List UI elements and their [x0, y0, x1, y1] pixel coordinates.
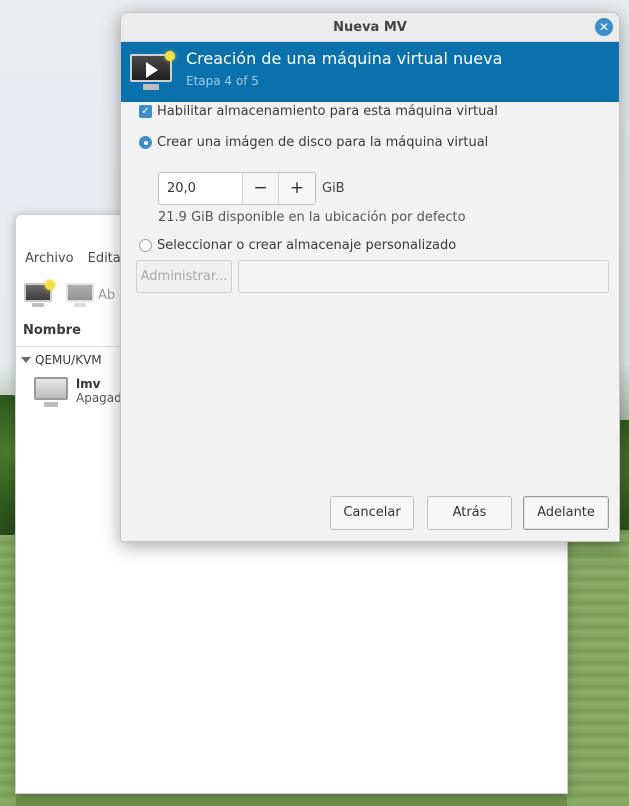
- vm-monitor-icon: [34, 377, 68, 407]
- back-button[interactable]: Atrás: [427, 496, 512, 530]
- main-toolbar: Ab: [24, 279, 115, 311]
- banner-step: Etapa 4 of 5: [186, 74, 259, 88]
- menu-archivo[interactable]: Archivo: [25, 251, 74, 266]
- expander-icon[interactable]: [21, 357, 31, 363]
- new-vm-icon[interactable]: [24, 280, 55, 307]
- connection-group[interactable]: QEMU/KVM: [21, 349, 102, 371]
- storage-path-field[interactable]: [238, 260, 609, 293]
- radio-unselected-icon[interactable]: [139, 239, 152, 252]
- new-vm-icon: [130, 51, 175, 90]
- increase-button[interactable]: +: [279, 173, 315, 204]
- dialog-titlebar: Nueva MV ✕: [121, 13, 619, 42]
- open-vm-icon[interactable]: [66, 283, 94, 307]
- custom-storage-label: Seleccionar o crear almacenaje personali…: [157, 238, 457, 253]
- create-disk-label: Crear una imágen de disco para la máquin…: [157, 135, 489, 150]
- create-disk-radio[interactable]: Crear una imágen de disco para la máquin…: [139, 135, 488, 150]
- decrease-button[interactable]: −: [243, 173, 279, 204]
- disk-size-input[interactable]: 20,0: [159, 173, 243, 204]
- vm-list-item[interactable]: lmv Apagado: [34, 377, 129, 407]
- banner-title: Creación de una máquina virtual nueva: [186, 49, 503, 68]
- new-vm-dialog: Nueva MV ✕ Creación de una máquina virtu…: [120, 12, 620, 542]
- open-button-label[interactable]: Ab: [98, 288, 115, 303]
- connection-label: QEMU/KVM: [35, 353, 102, 367]
- enable-storage-label: Habilitar almacenamiento para esta máqui…: [157, 104, 498, 119]
- background-field: [0, 500, 16, 806]
- background-field: [567, 530, 629, 806]
- manage-button[interactable]: Administrar...: [136, 260, 232, 293]
- custom-storage-radio[interactable]: Seleccionar o crear almacenaje personali…: [139, 238, 456, 253]
- checkbox-checked-icon[interactable]: ✓: [139, 105, 152, 118]
- next-button[interactable]: Adelante: [523, 496, 609, 530]
- available-space-text: 21.9 GiB disponible en la ubicación por …: [158, 210, 466, 225]
- radio-selected-icon[interactable]: [139, 136, 152, 149]
- close-icon[interactable]: ✕: [595, 18, 613, 36]
- wizard-banner: Creación de una máquina virtual nueva Et…: [121, 42, 619, 102]
- enable-storage-checkbox[interactable]: ✓ Habilitar almacenamiento para esta máq…: [139, 104, 498, 119]
- disk-size-stepper[interactable]: 20,0 − +: [158, 172, 316, 205]
- cancel-button[interactable]: Cancelar: [330, 496, 414, 530]
- size-unit: GiB: [322, 181, 345, 196]
- dialog-title: Nueva MV: [333, 19, 407, 35]
